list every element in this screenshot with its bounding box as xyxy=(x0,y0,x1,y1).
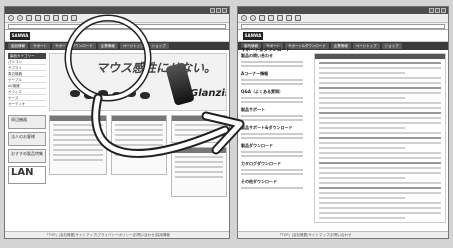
mouse-image xyxy=(70,90,80,97)
address-bar xyxy=(5,23,229,30)
promo-business[interactable]: 法人のお客様 xyxy=(8,132,46,146)
browser-toolbar xyxy=(238,14,448,23)
nav-pagetop[interactable]: ページトップ xyxy=(119,43,147,49)
back-icon[interactable] xyxy=(241,15,247,21)
section-title: Aコーナー情報 xyxy=(241,71,269,76)
promo-lan-label: LAN xyxy=(11,167,34,178)
refresh-icon[interactable] xyxy=(35,15,41,21)
sidebar-item[interactable]: オーディオ xyxy=(8,101,46,107)
support-section[interactable]: Q&A（よくある質問） xyxy=(241,89,311,103)
back-icon[interactable] xyxy=(8,15,14,21)
favorites-icon[interactable] xyxy=(295,15,301,21)
content-header-bar xyxy=(315,54,445,59)
promo-peripherals[interactable]: 周辺機器 xyxy=(8,115,46,129)
nav-pagetop[interactable]: ページトップ xyxy=(352,43,380,49)
support-section[interactable]: 製品ダウンロード xyxy=(241,143,311,157)
support-content xyxy=(314,53,446,223)
news-block xyxy=(49,115,107,175)
promo-label: おすすめ製品特集 xyxy=(11,151,43,156)
url-input[interactable] xyxy=(241,23,445,29)
stop-icon[interactable] xyxy=(259,15,265,21)
site-logo[interactable]: SANWA xyxy=(10,32,30,40)
browser-window-support: SANWA 製品情報 サポート サポート&ダウンロード 企業情報 ページトップ … xyxy=(237,6,449,239)
section-title: その他ダウンロード xyxy=(241,179,277,184)
forward-icon[interactable] xyxy=(250,15,256,21)
nav-company[interactable]: 企業情報 xyxy=(97,43,118,49)
nav-shop[interactable]: ショップ xyxy=(148,43,169,49)
mouse-image xyxy=(126,90,136,97)
section-title: 製品ダウンロード xyxy=(241,143,273,148)
browser-toolbar xyxy=(5,14,229,23)
nav-products[interactable]: 製品情報 xyxy=(8,43,28,49)
nav-company[interactable]: 企業情報 xyxy=(330,43,351,49)
refresh-icon[interactable] xyxy=(268,15,274,21)
search-icon[interactable] xyxy=(53,15,59,21)
support-menu: 製品の問い合わせ Aコーナー情報 Q&A（よくある質問） 製品サポート 製品サポ… xyxy=(241,53,311,193)
promo-label: 法人のお客様 xyxy=(11,134,35,139)
hero-banner[interactable]: マウス感性にせない。 Glanzis xyxy=(49,53,227,111)
favorites-icon[interactable] xyxy=(62,15,68,21)
search-icon[interactable] xyxy=(286,15,292,21)
site-header: SANWA xyxy=(238,30,448,42)
site-nav: 製品情報 サポート サポート&ダウンロード 企業情報 ページトップ ショップ xyxy=(5,42,229,50)
home-icon[interactable] xyxy=(277,15,283,21)
promo-column: 周辺機器 法人のお客様 おすすめ製品特集 LAN xyxy=(8,115,46,187)
title-bar xyxy=(5,7,229,14)
banner-brand: Glanzis xyxy=(190,88,227,99)
section-title: Q&A（よくある質問） xyxy=(241,89,283,94)
support-section[interactable]: 製品サポート&ダウンロード xyxy=(241,125,311,139)
url-input[interactable] xyxy=(8,23,226,29)
mouse-image xyxy=(84,92,94,99)
window-controls[interactable] xyxy=(429,8,446,13)
mouse-image xyxy=(98,90,108,97)
support-block xyxy=(171,115,227,143)
nav-support-download[interactable]: サポート&ダウンロード xyxy=(52,43,96,49)
section-title: 製品サポート&ダウンロード xyxy=(241,125,293,130)
support-section[interactable]: その他ダウンロード xyxy=(241,179,311,189)
stop-icon[interactable] xyxy=(26,15,32,21)
section-title: カタログダウンロード xyxy=(241,161,281,166)
info-block xyxy=(111,115,167,175)
title-bar xyxy=(238,7,448,14)
promo-label: 周辺機器 xyxy=(11,117,27,122)
support-section[interactable]: カタログダウンロード xyxy=(241,161,311,175)
home-icon[interactable] xyxy=(44,15,50,21)
address-bar xyxy=(238,23,448,30)
promo-featured[interactable]: おすすめ製品特集 xyxy=(8,149,46,163)
window-controls[interactable] xyxy=(210,8,227,13)
topics-block xyxy=(171,147,227,197)
site-footer[interactable]: 「TOP」|会社概要|サイトマップ|プライバシーポリシー|お問い合わせ|採用情報 xyxy=(5,231,229,238)
screenshot-frame: SANWA 製品情報 サポート サポート&ダウンロード 企業情報 ページトップ … xyxy=(0,0,453,248)
category-sidebar: 製品カテゴリー パソコン サプライ 周辺機器 ケーブル AV機器 オフィス ケー… xyxy=(8,53,46,107)
browser-window-home: SANWA 製品情報 サポート サポート&ダウンロード 企業情報 ページトップ … xyxy=(4,6,230,239)
site-footer[interactable]: 「TOP」|会社概要|サイトマップ|お問い合わせ xyxy=(238,231,448,238)
site-header: SANWA xyxy=(5,30,229,42)
support-section[interactable]: 製品の問い合わせ xyxy=(241,53,311,67)
support-section[interactable]: Aコーナー情報 xyxy=(241,71,311,85)
banner-headline: マウス感性にせない。 xyxy=(96,61,217,75)
nav-shop[interactable]: ショップ xyxy=(381,43,402,49)
site-logo[interactable]: SANWA xyxy=(243,32,263,40)
section-title: 製品サポート xyxy=(241,107,265,112)
nav-support-download[interactable]: サポート&ダウンロード xyxy=(285,43,329,49)
mouse-image xyxy=(112,92,122,99)
section-title: 製品の問い合わせ xyxy=(241,53,273,58)
print-icon[interactable] xyxy=(71,15,77,21)
nav-support[interactable]: サポート xyxy=(30,43,50,49)
forward-icon[interactable] xyxy=(17,15,23,21)
mouse-image xyxy=(140,92,150,99)
support-section[interactable]: 製品サポート xyxy=(241,107,311,121)
promo-lan[interactable]: LAN xyxy=(8,166,46,184)
